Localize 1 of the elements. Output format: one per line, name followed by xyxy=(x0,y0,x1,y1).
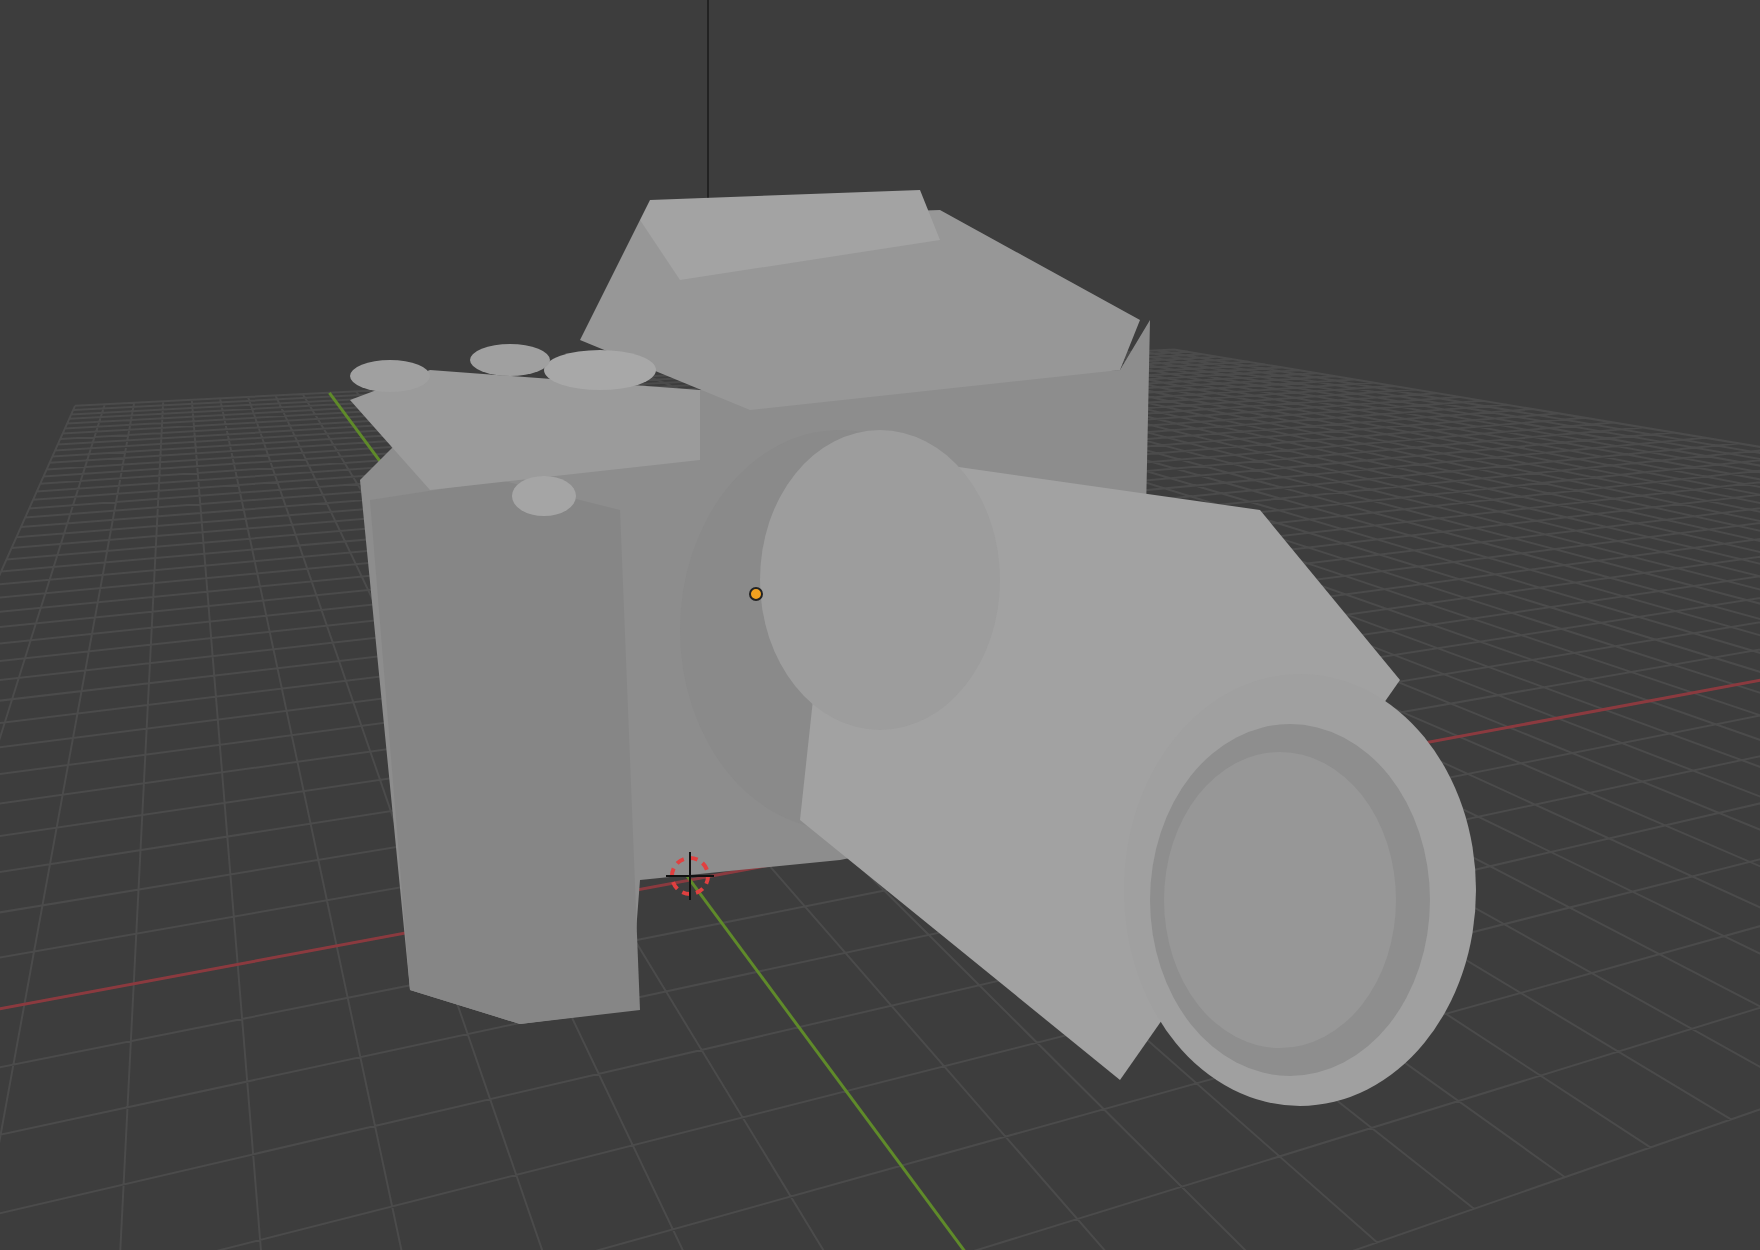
3d-cursor-icon[interactable] xyxy=(665,851,715,901)
